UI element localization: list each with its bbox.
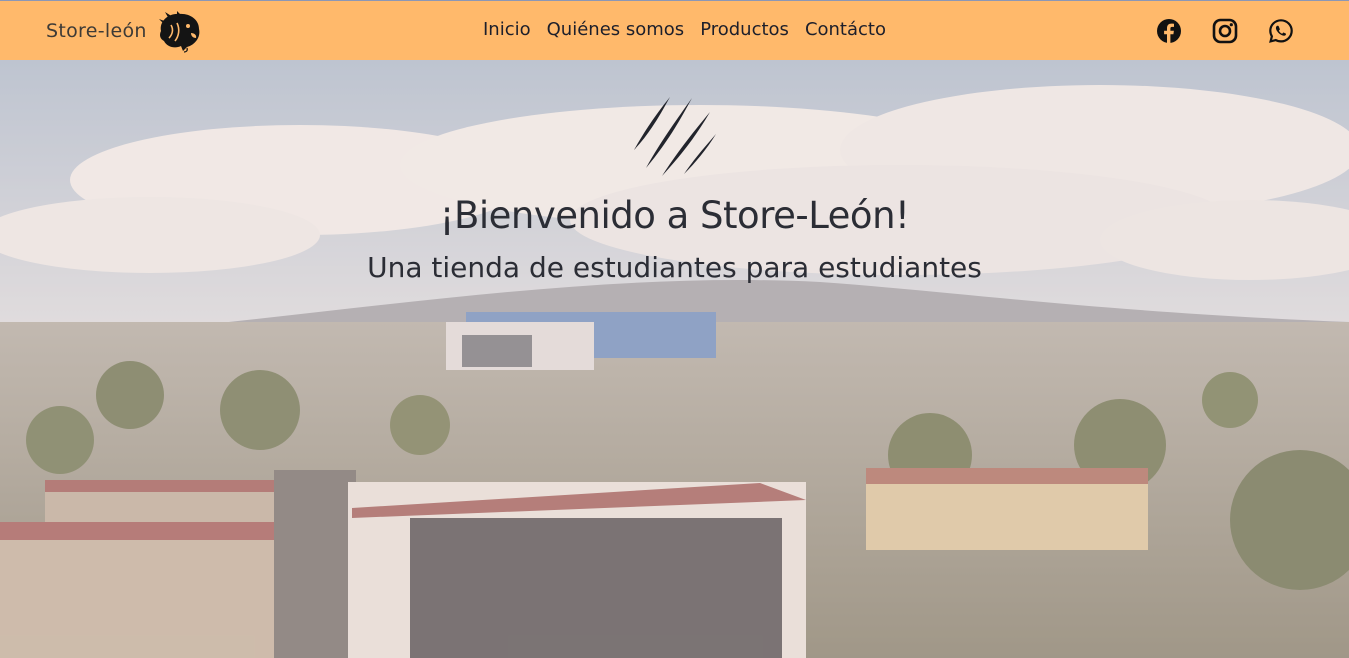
nav-link-contacto[interactable]: Contácto [805, 19, 886, 40]
claw-marks-icon [634, 97, 716, 176]
nav-link-quienes-somos[interactable]: Quiénes somos [547, 19, 685, 40]
nav-link-productos[interactable]: Productos [700, 19, 789, 40]
instagram-icon[interactable] [1212, 18, 1238, 44]
lion-logo-icon [158, 11, 200, 53]
hero-subtitle: Una tienda de estudiantes para estudiant… [367, 251, 982, 284]
top-navbar: Store-león Inicio Quiénes somos Producto… [0, 0, 1349, 60]
brand[interactable]: Store-león [46, 11, 203, 53]
whatsapp-icon[interactable] [1268, 18, 1294, 44]
nav-link-inicio[interactable]: Inicio [483, 19, 531, 40]
facebook-icon[interactable] [1156, 18, 1182, 44]
hero-section: ¡Bienvenido a Store-León! Una tienda de … [0, 60, 1349, 658]
nav-links: Inicio Quiénes somos Productos Contácto [483, 19, 902, 40]
hero-title: ¡Bienvenido a Store-León! [439, 194, 910, 237]
brand-name[interactable]: Store-león [46, 20, 147, 42]
